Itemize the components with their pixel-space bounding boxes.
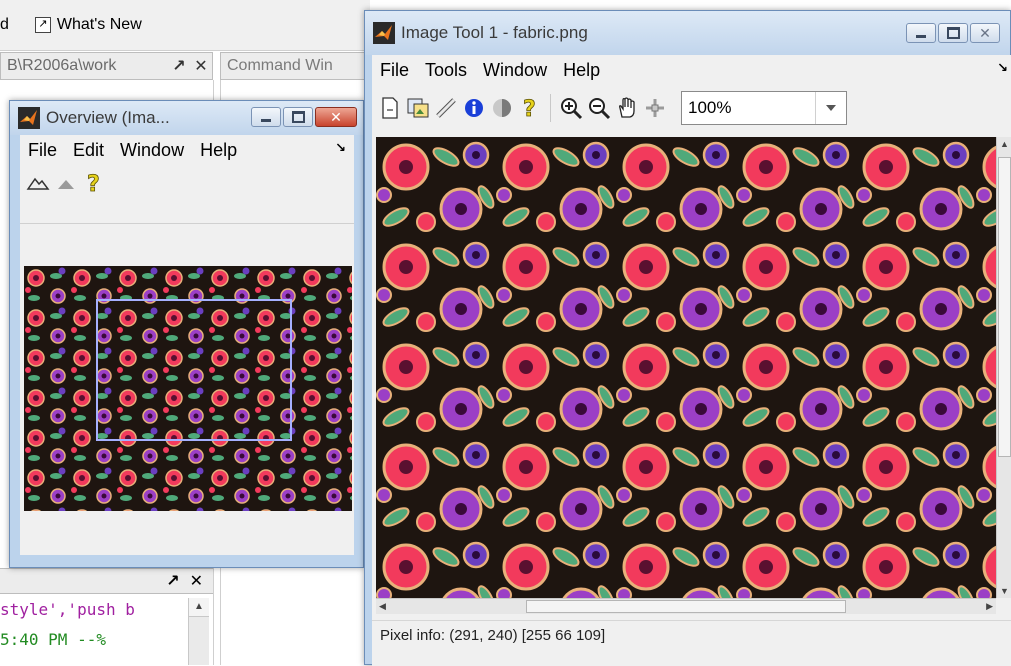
horizontal-scrollbar[interactable]: ◀ ▶: [376, 598, 996, 614]
overview-window: Overview (Ima... ✕ File Edit Window Help…: [9, 100, 364, 568]
image-display[interactable]: [376, 137, 996, 598]
toolbar-divider: [20, 223, 354, 224]
maximize-button[interactable]: [938, 23, 968, 43]
close-button[interactable]: ✕: [970, 23, 1000, 43]
command-history-header: ↗ ✕: [0, 568, 213, 594]
pixel-region-icon[interactable]: [643, 96, 667, 120]
close-pane-button[interactable]: ✕: [190, 56, 212, 76]
maximize-icon: [946, 27, 960, 39]
overview-client: File Edit Window Help ↘ ?: [20, 135, 354, 555]
matlab-logo-icon: [18, 107, 40, 129]
help-question-icon[interactable]: ?: [82, 171, 106, 195]
pixel-info-status: Pixel info: (291, 240) [255 66 109]: [372, 620, 1011, 650]
show-axes-icon[interactable]: [26, 171, 50, 195]
history-line[interactable]: 5:40 PM --%: [0, 630, 190, 649]
scroll-down-arrow[interactable]: ▼: [1000, 586, 1009, 596]
external-link-icon: ↗: [34, 17, 51, 33]
history-undock-button[interactable]: ↗: [166, 571, 179, 591]
overview-title: Overview (Ima...: [46, 108, 170, 127]
menu-tools[interactable]: Tools: [417, 60, 475, 81]
new-document-icon[interactable]: [378, 96, 402, 120]
history-close-button[interactable]: ✕: [190, 571, 203, 591]
info-icon[interactable]: [462, 96, 486, 120]
menu-edit[interactable]: Edit: [65, 140, 112, 161]
history-scrollbar[interactable]: ▲: [188, 598, 209, 665]
pan-hand-icon[interactable]: [615, 96, 639, 120]
vertical-scrollbar[interactable]: ▲ ▼: [996, 137, 1011, 598]
menu-file[interactable]: File: [372, 60, 417, 81]
overview-menubar: File Edit Window Help ↘: [20, 135, 354, 165]
undock-button[interactable]: ↗: [168, 56, 190, 76]
close-button[interactable]: ✕: [315, 107, 357, 127]
close-icon: ✕: [979, 24, 991, 41]
dock-arrow-icon[interactable]: ↘: [335, 140, 346, 156]
contrast-icon[interactable]: [490, 96, 514, 120]
hide-axes-icon[interactable]: [54, 171, 78, 195]
measure-distance-icon[interactable]: [434, 96, 458, 120]
vertical-scroll-thumb[interactable]: [998, 157, 1011, 457]
svg-text:?: ?: [523, 97, 536, 120]
image-tool-title: Image Tool 1 - fabric.png: [401, 23, 588, 42]
scroll-up-arrow[interactable]: ▲: [1000, 139, 1009, 149]
toolbar-separator: [550, 94, 551, 122]
menu-help[interactable]: Help: [555, 60, 608, 81]
menu-window[interactable]: Window: [475, 60, 555, 81]
scroll-up-arrow[interactable]: ▲: [189, 598, 209, 617]
close-icon: ✕: [330, 108, 342, 125]
current-folder-path: B\R2006a\work: [7, 57, 117, 74]
current-folder-header: B\R2006a\work ↗ ✕: [0, 52, 213, 80]
dock-arrow-icon[interactable]: ↘: [997, 60, 1008, 76]
matlab-logo-icon: [373, 22, 395, 44]
fabric-image: [376, 137, 996, 598]
import-image-icon[interactable]: [406, 96, 430, 120]
maximize-icon: [291, 111, 305, 123]
zoom-level-value: 100%: [688, 98, 732, 117]
minimize-button[interactable]: [251, 107, 281, 127]
menu-file[interactable]: File: [20, 140, 65, 161]
image-tool-window: Image Tool 1 - fabric.png ✕ File Tools W…: [364, 10, 1011, 666]
zoom-out-icon[interactable]: [587, 96, 611, 120]
svg-text:?: ?: [87, 172, 100, 195]
chevron-down-icon[interactable]: [815, 92, 846, 124]
minimize-icon: [261, 118, 271, 122]
zoom-in-icon[interactable]: [559, 96, 583, 120]
command-window-header: Command Win: [220, 52, 370, 80]
menu-fragment: d: [0, 16, 9, 33]
zoom-level-combo[interactable]: 100%: [681, 91, 847, 125]
image-tool-toolbar: ? 100%: [372, 85, 1011, 131]
image-tool-titlebar[interactable]: Image Tool 1 - fabric.png ✕: [365, 11, 1010, 55]
maximize-button[interactable]: [283, 107, 313, 127]
image-tool-menubar: File Tools Window Help ↘: [372, 55, 1011, 85]
detail-rectangle[interactable]: [96, 299, 292, 441]
whats-new-label: What's New: [56, 16, 142, 33]
minimize-button[interactable]: [906, 23, 936, 43]
scroll-right-arrow[interactable]: ▶: [986, 601, 993, 612]
overview-toolbar: ?: [20, 165, 354, 201]
image-tool-client: File Tools Window Help ↘ ? 100% ▲ ▼ ◀ ▶ …: [372, 55, 1011, 666]
horizontal-scroll-thumb[interactable]: [526, 600, 846, 613]
whats-new-shortcut[interactable]: d ↗ What's New: [0, 16, 142, 34]
scroll-left-arrow[interactable]: ◀: [379, 601, 386, 612]
minimize-icon: [916, 34, 926, 38]
help-question-icon[interactable]: ?: [518, 96, 542, 120]
history-line[interactable]: style','push b: [0, 600, 190, 619]
command-window-title: Command Win: [227, 57, 333, 74]
menu-help[interactable]: Help: [192, 140, 245, 161]
menu-window[interactable]: Window: [112, 140, 192, 161]
overview-image: [24, 266, 352, 511]
overview-titlebar[interactable]: Overview (Ima... ✕: [10, 101, 363, 135]
